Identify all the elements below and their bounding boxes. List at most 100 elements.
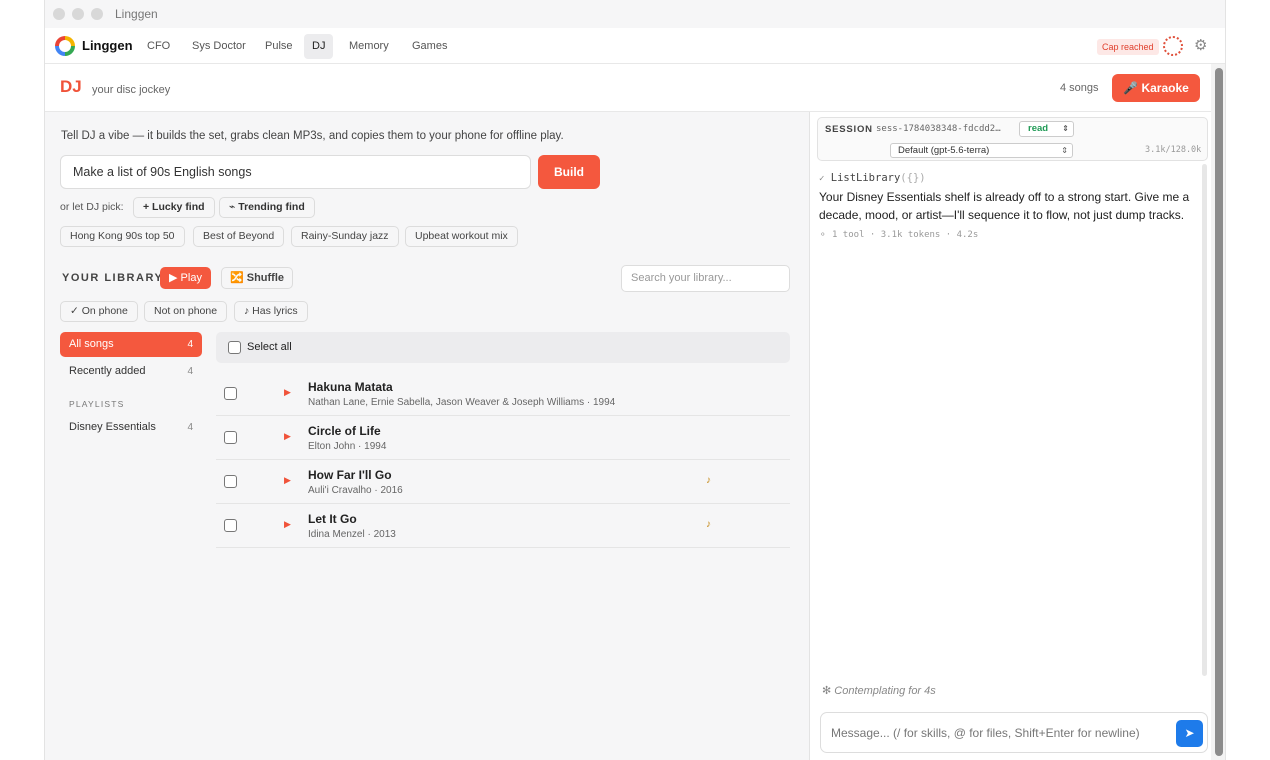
page-title: DJ [60, 77, 82, 96]
chevron-updown-icon: ⇕ [1061, 146, 1068, 155]
page-header: DJ your disc jockey 4 songs 🎤 Karaoke [45, 64, 1211, 112]
play-icon[interactable]: ▶ [284, 431, 291, 442]
page-scrollbar[interactable] [1211, 64, 1225, 760]
close-window-button[interactable] [53, 8, 65, 20]
title-bar: Linggen [45, 0, 1225, 28]
avatar[interactable] [1163, 36, 1183, 56]
song-meta: Elton John · 1994 [308, 441, 387, 452]
suggestion-chip[interactable]: Hong Kong 90s top 50 [60, 226, 185, 247]
session-label: SESSION [825, 124, 873, 135]
sidebar-item-label: All songs [69, 338, 114, 350]
select-all-checkbox[interactable] [228, 341, 241, 354]
session-id: sess-1784038348-fdcdd2… [876, 124, 1001, 134]
pick-label: or let DJ pick: [60, 201, 124, 213]
cap-reached-badge: Cap reached [1097, 39, 1159, 55]
chevron-updown-icon: ⇕ [1062, 124, 1069, 133]
chat-scrollbar[interactable] [1202, 164, 1207, 676]
table-row[interactable]: ▶ Circle of Life Elton John · 1994 [216, 416, 790, 460]
tool-name: ListLibrary [830, 172, 901, 184]
vibe-input[interactable]: Make a list of 90s English songs [60, 155, 531, 189]
library-label: YOUR LIBRARY [62, 272, 164, 284]
karaoke-button[interactable]: 🎤 Karaoke [1112, 74, 1200, 102]
playlists-label: PLAYLISTS [69, 399, 125, 409]
mode-value: read [1028, 123, 1049, 134]
sidebar-item-count: 4 [187, 366, 193, 377]
minimize-window-button[interactable] [72, 8, 84, 20]
lyrics-icon: ♪ [706, 475, 711, 486]
build-button[interactable]: Build [538, 155, 600, 189]
library-search-input[interactable]: Search your library... [621, 265, 790, 292]
row-checkbox[interactable] [224, 475, 237, 488]
brand-name: Linggen [82, 38, 133, 53]
mode-select[interactable]: read ⇕ [1019, 121, 1074, 137]
sidebar-item-recently-added[interactable]: Recently added 4 [60, 359, 202, 384]
tab-dj[interactable]: DJ [304, 34, 334, 59]
intro-text: Tell DJ a vibe — it builds the set, grab… [61, 130, 564, 142]
model-value: Default (gpt-5.6-terra) [898, 145, 990, 156]
row-checkbox[interactable] [224, 519, 237, 532]
scrollbar-thumb[interactable] [1215, 68, 1223, 756]
song-meta: Nathan Lane, Ernie Sabella, Jason Weaver… [308, 397, 616, 408]
song-title: Hakuna Matata [308, 380, 393, 394]
sidebar-item-count: 4 [187, 339, 193, 350]
suggestion-chip[interactable]: Rainy-Sunday jazz [291, 226, 399, 247]
tool-args: ({}) [900, 172, 926, 184]
sidebar-item-label: Recently added [69, 365, 146, 377]
suggestion-chip[interactable]: Upbeat workout mix [405, 226, 518, 247]
song-title: Let It Go [308, 512, 357, 526]
lyrics-icon: ♪ [706, 519, 711, 530]
filter-on-phone[interactable]: ✓ On phone [60, 301, 138, 322]
tab-cfo[interactable]: CFO [139, 34, 178, 59]
session-bar: SESSION sess-1784038348-fdcdd2… read ⇕ D… [817, 117, 1208, 161]
linggen-logo-icon [55, 36, 75, 56]
tab-pulse[interactable]: Pulse [257, 34, 301, 59]
maximize-window-button[interactable] [91, 8, 103, 20]
tab-games[interactable]: Games [404, 34, 455, 59]
message-composer[interactable]: Message... (/ for skills, @ for files, S… [820, 712, 1208, 753]
song-count: 4 songs [1060, 82, 1099, 94]
table-row[interactable]: ▶ How Far I'll Go Auli'i Cravalho · 2016… [216, 460, 790, 504]
song-title: Circle of Life [308, 424, 381, 438]
table-row[interactable]: ▶ Let It Go Idina Menzel · 2013 ♪ [216, 504, 790, 548]
tab-memory[interactable]: Memory [341, 34, 397, 59]
thinking-status: ✻ Contemplating for 4s [822, 685, 936, 697]
tab-sys-doctor[interactable]: Sys Doctor [184, 34, 254, 59]
lucky-find-button[interactable]: + Lucky find [133, 197, 215, 218]
token-usage: 3.1k/128.0k [1145, 145, 1202, 155]
send-icon[interactable]: ➤ [1176, 720, 1203, 747]
top-nav: Linggen CFO Sys Doctor Pulse DJ Memory G… [45, 28, 1225, 64]
trending-find-button[interactable]: ⌁ Trending find [219, 197, 315, 218]
play-icon[interactable]: ▶ [284, 475, 291, 486]
filter-has-lyrics[interactable]: ♪ Has lyrics [234, 301, 308, 322]
row-checkbox[interactable] [224, 387, 237, 400]
sidebar-item-all-songs[interactable]: All songs 4 [60, 332, 202, 357]
sidebar-item-label: Disney Essentials [69, 421, 156, 433]
filter-not-on-phone[interactable]: Not on phone [144, 301, 228, 322]
dj-main-panel: Tell DJ a vibe — it builds the set, grab… [45, 112, 807, 760]
message-stats: ⚬ 1 tool · 3.1k tokens · 4.2s [819, 230, 979, 240]
select-all-label: Select all [247, 341, 292, 353]
song-meta: Auli'i Cravalho · 2016 [308, 485, 403, 496]
tool-call[interactable]: ✓ ListLibrary({}) [819, 172, 926, 184]
check-icon: ✓ [819, 174, 825, 184]
app-window: Linggen Linggen CFO Sys Doctor Pulse DJ … [44, 0, 1226, 760]
window-title: Linggen [115, 7, 158, 21]
model-select[interactable]: Default (gpt-5.6-terra) ⇕ [890, 143, 1073, 158]
table-row[interactable]: ▶ Hakuna Matata Nathan Lane, Ernie Sabel… [216, 372, 790, 416]
sidebar-item-disney-essentials[interactable]: Disney Essentials 4 [60, 415, 202, 440]
page-subtitle: your disc jockey [92, 84, 171, 96]
assistant-message: Your Disney Essentials shelf is already … [819, 190, 1190, 222]
song-meta: Idina Menzel · 2013 [308, 529, 396, 540]
suggestion-chip[interactable]: Best of Beyond [193, 226, 285, 247]
message-input[interactable]: Message... (/ for skills, @ for files, S… [831, 726, 1140, 740]
select-all-bar: Select all [216, 332, 790, 363]
sidebar-item-count: 4 [187, 422, 193, 433]
song-title: How Far I'll Go [308, 468, 392, 482]
play-button[interactable]: ▶ Play [160, 267, 211, 289]
chat-panel: SESSION sess-1784038348-fdcdd2… read ⇕ D… [809, 112, 1211, 760]
shuffle-button[interactable]: 🔀 Shuffle [221, 267, 293, 289]
play-icon[interactable]: ▶ [284, 519, 291, 530]
row-checkbox[interactable] [224, 431, 237, 444]
play-icon[interactable]: ▶ [284, 387, 291, 398]
gear-icon[interactable]: ⚙ [1194, 36, 1207, 54]
